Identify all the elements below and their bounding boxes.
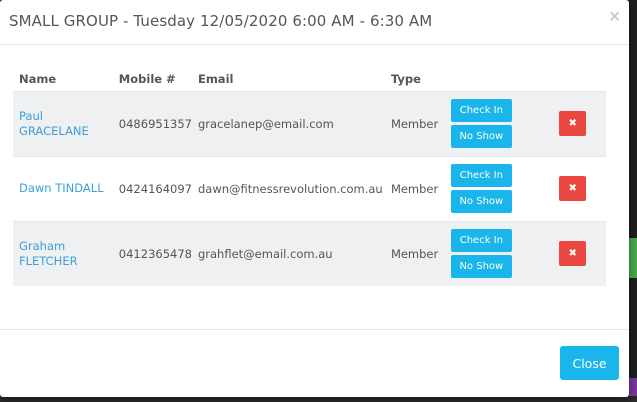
cell-email: dawn@fitnessrevolution.com.au — [191, 155, 385, 221]
modal-title: SMALL GROUP - Tuesday 12/05/2020 6:00 AM… — [9, 12, 433, 30]
cell-email: gracelanep@email.com — [191, 90, 385, 156]
member-name-link[interactable]: Paul GRACELANE — [19, 109, 99, 139]
cell-remove: ✖ — [553, 155, 606, 221]
attendance-buttons: Check In No Show — [450, 229, 553, 279]
cell-remove: ✖ — [553, 90, 606, 156]
cell-remove: ✖ — [553, 220, 606, 286]
no-show-button[interactable]: No Show — [450, 125, 512, 148]
cell-type: Member — [384, 90, 445, 156]
background-edge — [629, 0, 637, 402]
attendance-modal: SMALL GROUP - Tuesday 12/05/2020 6:00 AM… — [0, 0, 629, 397]
cell-mobile: 0486951357 — [112, 90, 192, 156]
column-header-remove — [553, 67, 606, 91]
times-icon: ✖ — [568, 183, 577, 194]
attendees-table: Name Mobile # Email Type Paul GRACELANE … — [13, 67, 606, 286]
attendance-buttons: Check In No Show — [450, 99, 553, 148]
cell-actions: Check In No Show — [444, 90, 554, 156]
table-row: Paul GRACELANE 0486951357 gracelanep@ema… — [13, 90, 606, 156]
remove-attendee-button[interactable]: ✖ — [559, 241, 587, 267]
column-header-actions — [445, 67, 553, 91]
close-button[interactable]: Close — [560, 346, 619, 380]
table-header-row: Name Mobile # Email Type — [13, 67, 606, 91]
no-show-button[interactable]: No Show — [450, 190, 512, 213]
check-in-button[interactable]: Check In — [450, 164, 512, 187]
cell-mobile: 0412365478 — [112, 220, 192, 286]
cell-mobile: 0424164097 — [112, 155, 192, 221]
close-icon[interactable]: × — [608, 9, 621, 24]
no-show-button[interactable]: No Show — [450, 255, 512, 279]
remove-attendee-button[interactable]: ✖ — [559, 111, 587, 136]
cell-type: Member — [384, 220, 445, 286]
attendance-buttons: Check In No Show — [450, 164, 553, 213]
table-row: Graham FLETCHER 0412365478 grahflet@emai… — [13, 220, 606, 286]
modal-footer: Close — [0, 329, 629, 397]
background-green-block — [629, 238, 637, 278]
cell-name: Graham FLETCHER — [13, 220, 113, 286]
column-header-type: Type — [390, 71, 421, 86]
table-row: Dawn TINDALL 0424164097 dawn@fitnessrevo… — [13, 155, 606, 221]
times-icon: ✖ — [568, 118, 577, 129]
member-name-link[interactable]: Dawn TINDALL — [19, 181, 113, 196]
check-in-button[interactable]: Check In — [450, 99, 512, 122]
modal-header: SMALL GROUP - Tuesday 12/05/2020 6:00 AM… — [0, 0, 629, 45]
remove-attendee-button[interactable]: ✖ — [559, 176, 587, 201]
cell-type: Member — [384, 155, 445, 221]
cell-actions: Check In No Show — [444, 155, 554, 221]
cell-actions: Check In No Show — [444, 220, 554, 286]
column-header-name: Name — [19, 71, 57, 86]
column-header-email: Email — [197, 71, 234, 86]
times-icon: ✖ — [568, 248, 577, 260]
modal-body: Name Mobile # Email Type Paul GRACELANE … — [0, 45, 629, 328]
cell-email: grahflet@email.com.au — [191, 220, 385, 286]
column-header-mobile: Mobile # — [118, 71, 176, 86]
cell-name: Dawn TINDALL — [13, 155, 113, 221]
cell-name: Paul GRACELANE — [13, 90, 113, 156]
member-name-link[interactable]: Graham FLETCHER — [19, 239, 99, 269]
check-in-button[interactable]: Check In — [450, 229, 512, 253]
